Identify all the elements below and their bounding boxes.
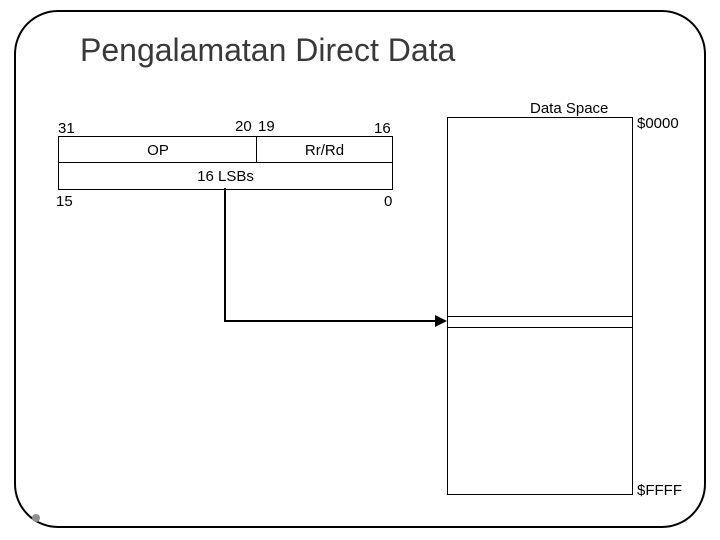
field-op: OP [58,136,258,164]
dataspace-start: $0000 [637,115,679,132]
dataspace-end: $FFFF [637,482,682,499]
bit-label-15: 15 [56,193,73,210]
page-title: Pengalamatan Direct Data [80,32,455,69]
slide-number-dot [32,514,40,522]
bit-label-19: 19 [258,118,275,135]
arrow-head-icon [435,315,447,327]
field-rrrd: Rr/Rd [256,136,393,164]
bit-label-31: 31 [58,120,75,137]
bit-label-16: 16 [374,120,391,137]
dataspace-title: Data Space [530,100,608,117]
bit-label-0: 0 [384,193,392,210]
slide: Pengalamatan Direct Data 31 20 19 16 OP … [0,0,720,540]
arrow-vertical [224,188,226,321]
dataspace-target-slot [448,316,632,328]
field-16lsbs-label: 16 LSBs [197,168,254,185]
dataspace-box [447,117,633,495]
field-rrrd-label: Rr/Rd [305,142,344,159]
arrow-horizontal [224,320,436,322]
bit-label-20: 20 [235,118,252,135]
field-16lsbs: 16 LSBs [58,162,393,190]
field-op-label: OP [147,142,169,159]
